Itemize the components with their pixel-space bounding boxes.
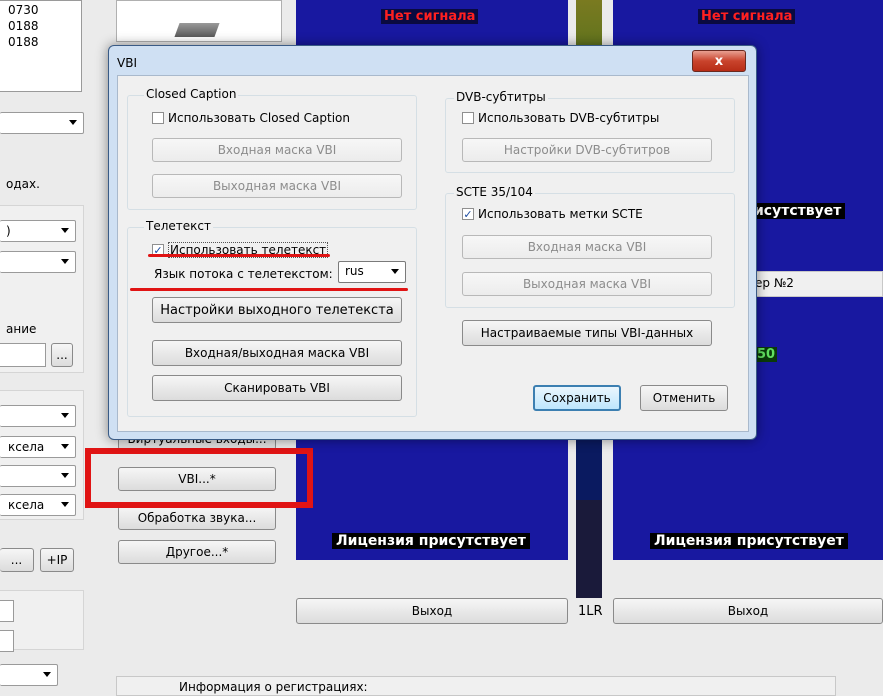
channel-list[interactable]: 0730 0188 0188 [0,0,82,92]
combo-3[interactable] [0,405,76,427]
combo-1[interactable]: ) [0,220,76,242]
checkbox-box[interactable] [152,112,164,124]
checkbox-label: Использовать Closed Caption [168,111,350,125]
checkbox-box[interactable]: ✓ [462,208,474,220]
path-input[interactable] [0,343,46,367]
combo-5[interactable] [0,465,76,487]
device-image [116,0,282,42]
left-panel: 0730 0188 0188 одах. ) ание ... ксела кс… [0,0,95,691]
cc-output-mask-button[interactable]: Выходная маска VBI [152,174,402,198]
chevron-down-icon [43,672,51,677]
dvb-settings-button[interactable]: Настройки DVB-субтитров [462,138,712,162]
dialog-title: VBI [117,56,137,70]
list-item[interactable]: 0188 [8,35,39,49]
license-label-1: Лицензия присутствует [332,533,530,549]
combo-2[interactable] [0,251,76,273]
scte-checkbox[interactable]: ✓ Использовать метки SCTE [462,207,643,221]
no-signal-label-2: Нет сигнала [698,9,796,24]
ip-list-button[interactable]: ... [0,548,34,572]
chevron-down-icon [69,120,77,125]
save-button[interactable]: Сохранить [533,385,621,411]
chevron-down-icon [61,502,69,507]
registration-info-label: Информация о регистрациях: [179,680,368,694]
annotation-underline-2 [130,288,408,291]
field-1[interactable] [0,600,14,622]
audio-processing-button[interactable]: Обработка звука... [118,506,276,530]
list-item[interactable]: 0188 [8,19,39,33]
player-number-strip: ер №2 [750,271,883,297]
cc-input-mask-button[interactable]: Входная маска VBI [152,138,402,162]
player-number: ер №2 [755,276,794,290]
checkbox-box[interactable] [462,112,474,124]
browse-button[interactable]: ... [51,343,73,367]
dvb-checkbox[interactable]: Использовать DVB-субтитры [462,111,659,125]
no-signal-label-1: Нет сигнала [381,9,479,24]
scte-label: SCTE 35/104 [454,185,535,199]
teletext-language-select[interactable]: rus [338,261,406,283]
teletext-language-label: Язык потока с телетекстом: [154,267,333,281]
chevron-down-icon [61,413,69,418]
text-fragment: одах. [6,177,40,191]
teletext-label: Телетекст [144,219,213,233]
text-fragment: ание [6,322,37,336]
license-label-2: Лицензия присутствует [650,533,848,549]
custom-vbi-types-button[interactable]: Настраиваемые типы VBI-данных [462,320,712,346]
chevron-down-icon [391,269,399,274]
checkbox-label: Использовать метки SCTE [478,207,643,221]
scan-vbi-button[interactable]: Сканировать VBI [152,375,402,401]
annotation-underline-1 [148,254,330,257]
scte-output-mask-button[interactable]: Выходная маска VBI [462,272,712,296]
exit-button-2[interactable]: Выход [613,598,883,624]
chevron-down-icon [61,473,69,478]
checkbox-label: Использовать DVB-субтитры [478,111,660,125]
cancel-button[interactable]: Отменить [640,385,728,411]
closed-caption-label: Closed Caption [144,87,239,101]
combo-7[interactable] [0,664,58,686]
field-2[interactable] [0,630,14,652]
license-label-partial: исутствует [750,203,846,219]
other-button[interactable]: Другое...* [118,540,276,564]
teletext-output-settings-button[interactable]: Настройки выходного телетекста [152,297,402,323]
annotation-highlight-box [85,448,313,508]
add-ip-button[interactable]: +IP [40,548,74,572]
scte-input-mask-button[interactable]: Входная маска VBI [462,235,712,259]
exit-button-1[interactable]: Выход [296,598,568,624]
io-mask-button[interactable]: Входная/выходная маска VBI [152,340,402,366]
chevron-down-icon [61,444,69,449]
combo-6[interactable]: ксела [0,494,76,516]
closed-caption-checkbox[interactable]: Использовать Closed Caption [152,111,350,125]
registration-info: Информация о регистрациях: [116,676,836,696]
close-icon[interactable]: x [692,50,746,72]
partial-value: 50 [755,347,778,362]
chevron-down-icon [61,259,69,264]
dvb-label: DVB-субтитры [454,90,548,104]
vbi-dialog: VBI x Closed Caption Использовать Closed… [108,45,757,440]
combo-top[interactable] [0,112,84,134]
level-label: 1LR [578,604,603,619]
list-item[interactable]: 0730 [8,3,39,17]
chevron-down-icon [61,228,69,233]
combo-4[interactable]: ксела [0,436,76,458]
